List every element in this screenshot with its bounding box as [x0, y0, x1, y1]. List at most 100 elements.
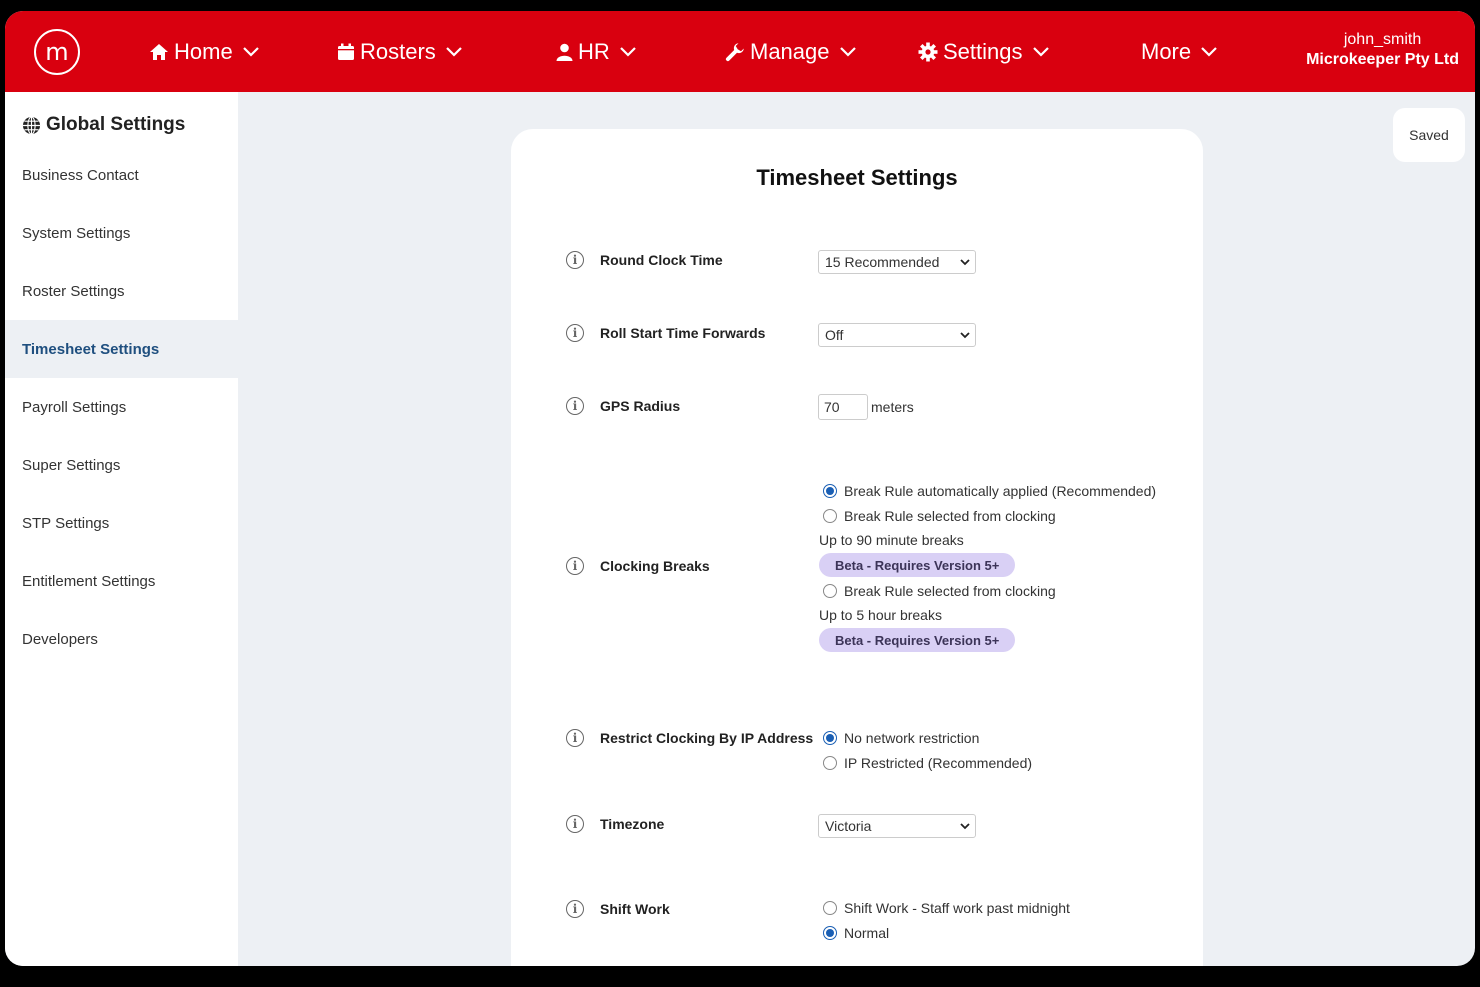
- sidebar-heading-label: Global Settings: [46, 114, 186, 135]
- radio-selected[interactable]: [823, 926, 837, 940]
- gps-radius-value: 70: [824, 399, 840, 415]
- gear-icon: [918, 42, 938, 61]
- info-icon[interactable]: i: [566, 900, 584, 918]
- page-title: Timesheet Settings: [756, 165, 958, 190]
- break-5hour-note: Up to 5 hour breaks: [819, 607, 942, 623]
- radio-label: Shift Work - Staff work past midnight: [844, 900, 1070, 916]
- nav-rosters-label: Rosters: [360, 38, 436, 64]
- shift-work-past-midnight-radio[interactable]: Shift Work - Staff work past midnight: [823, 900, 1070, 916]
- chevron-down-icon: [242, 46, 259, 57]
- chevron-down-icon: [620, 46, 636, 57]
- shift-work-label: Shift Work: [600, 901, 670, 917]
- wrench-icon: [725, 42, 744, 61]
- break-rule-5hour-radio[interactable]: Break Rule selected from clocking: [823, 583, 1056, 599]
- sidebar-item-stp-settings[interactable]: STP Settings: [5, 494, 238, 552]
- shift-work-row: i Shift Work: [566, 900, 670, 918]
- gps-radius-input[interactable]: 70: [818, 394, 868, 420]
- sidebar-item-timesheet-settings[interactable]: Timesheet Settings: [5, 320, 238, 378]
- sidebar-item-label: System Settings: [22, 224, 131, 242]
- radio-selected[interactable]: [823, 731, 837, 745]
- radio-unselected[interactable]: [823, 756, 837, 770]
- chevron-down-icon: [960, 332, 970, 339]
- radio-selected[interactable]: [823, 484, 837, 498]
- timezone-value: Victoria: [825, 818, 872, 834]
- chevron-down-icon: [960, 823, 970, 830]
- sidebar-item-label: Super Settings: [22, 456, 121, 474]
- timesheet-settings-card: Timesheet Settings i Round Clock Time 15…: [511, 129, 1203, 966]
- chevron-down-icon: [1201, 46, 1217, 57]
- chevron-down-icon: [839, 46, 856, 57]
- timezone-select[interactable]: Victoria: [818, 814, 976, 838]
- nav-settings[interactable]: Settings: [918, 11, 1049, 92]
- saved-toast-label: Saved: [1409, 127, 1449, 143]
- info-icon[interactable]: i: [566, 729, 584, 747]
- roll-start-time-select[interactable]: Off: [818, 323, 976, 347]
- nav-hr[interactable]: HR: [556, 11, 636, 92]
- sidebar-item-developers[interactable]: Developers: [5, 610, 238, 668]
- gps-radius-row: i GPS Radius: [566, 397, 680, 415]
- nav-more-label: More: [1141, 38, 1192, 64]
- home-icon: [150, 43, 168, 60]
- nav-rosters[interactable]: Rosters: [337, 11, 462, 92]
- ip-restricted-radio[interactable]: IP Restricted (Recommended): [823, 755, 1032, 771]
- sidebar-item-label: STP Settings: [22, 514, 110, 532]
- roll-start-time-value: Off: [825, 327, 844, 343]
- globe-icon: [22, 115, 41, 135]
- sidebar-item-entitlement-settings[interactable]: Entitlement Settings: [5, 552, 238, 610]
- nav-settings-label: Settings: [943, 38, 1023, 64]
- roll-start-time-row: i Roll Start Time Forwards: [566, 324, 765, 342]
- break-90min-note: Up to 90 minute breaks: [819, 532, 964, 548]
- radio-unselected[interactable]: [823, 584, 837, 598]
- nav-home-label: Home: [174, 38, 233, 64]
- round-clock-time-select[interactable]: 15 Recommended: [818, 250, 976, 274]
- user-menu[interactable]: john_smith Microkeeper Pty Ltd: [1306, 31, 1459, 69]
- sidebar-item-label: Roster Settings: [22, 282, 125, 300]
- chevron-down-icon: [960, 259, 970, 266]
- chevron-down-icon: [1032, 46, 1049, 57]
- gps-radius-unit: meters: [871, 399, 914, 415]
- username: john_smith: [1343, 31, 1422, 48]
- radio-label: Normal: [844, 925, 890, 941]
- microkeeper-logo[interactable]: m: [34, 29, 80, 75]
- radio-unselected[interactable]: [823, 509, 837, 523]
- sidebar-item-business-contact[interactable]: Business Contact: [5, 146, 238, 204]
- shift-work-normal-radio[interactable]: Normal: [823, 925, 889, 941]
- beta-badge: Beta - Requires Version 5+: [819, 553, 1016, 577]
- sidebar-item-roster-settings[interactable]: Roster Settings: [5, 262, 238, 320]
- info-icon[interactable]: i: [566, 324, 584, 342]
- sidebar-item-super-settings[interactable]: Super Settings: [5, 436, 238, 494]
- info-icon[interactable]: i: [566, 815, 584, 833]
- roll-start-time-label: Roll Start Time Forwards: [600, 325, 766, 341]
- sidebar-item-label: Business Contact: [22, 166, 139, 184]
- sidebar-item-payroll-settings[interactable]: Payroll Settings: [5, 378, 238, 436]
- saved-toast: Saved: [1393, 108, 1465, 162]
- break-rule-auto-radio[interactable]: Break Rule automatically applied (Recomm…: [823, 483, 1156, 499]
- nav-manage-label: Manage: [750, 38, 830, 64]
- sidebar-item-label: Payroll Settings: [22, 398, 127, 416]
- info-icon[interactable]: i: [566, 557, 584, 575]
- beta-badge: Beta - Requires Version 5+: [819, 628, 1016, 652]
- sidebar-item-label: Entitlement Settings: [22, 572, 156, 590]
- info-icon[interactable]: i: [566, 251, 584, 269]
- round-clock-time-value: 15 Recommended: [825, 254, 940, 270]
- user-icon: [556, 43, 573, 61]
- clocking-breaks-row: i Clocking Breaks: [566, 557, 710, 575]
- nav-hr-label: HR: [578, 38, 610, 64]
- info-icon[interactable]: i: [566, 397, 584, 415]
- ip-restrict-label: Restrict Clocking By IP Address: [600, 730, 814, 746]
- no-network-restriction-radio[interactable]: No network restriction: [823, 730, 979, 746]
- company-name: Microkeeper Pty Ltd: [1306, 51, 1459, 68]
- timezone-label: Timezone: [600, 816, 665, 832]
- break-rule-90min-radio[interactable]: Break Rule selected from clocking: [823, 508, 1056, 524]
- nav-manage[interactable]: Manage: [725, 11, 856, 92]
- nav-more[interactable]: More: [1141, 11, 1217, 92]
- timezone-row: i Timezone: [566, 815, 664, 833]
- round-clock-time-label: Round Clock Time: [600, 252, 723, 268]
- clocking-breaks-label: Clocking Breaks: [600, 558, 710, 574]
- nav-home[interactable]: Home: [149, 11, 259, 92]
- chevron-down-icon: [446, 46, 462, 57]
- sidebar-heading: Global Settings: [22, 114, 185, 136]
- sidebar-item-system-settings[interactable]: System Settings: [5, 204, 238, 262]
- radio-unselected[interactable]: [823, 901, 837, 915]
- round-clock-time-row: i Round Clock Time: [566, 251, 723, 269]
